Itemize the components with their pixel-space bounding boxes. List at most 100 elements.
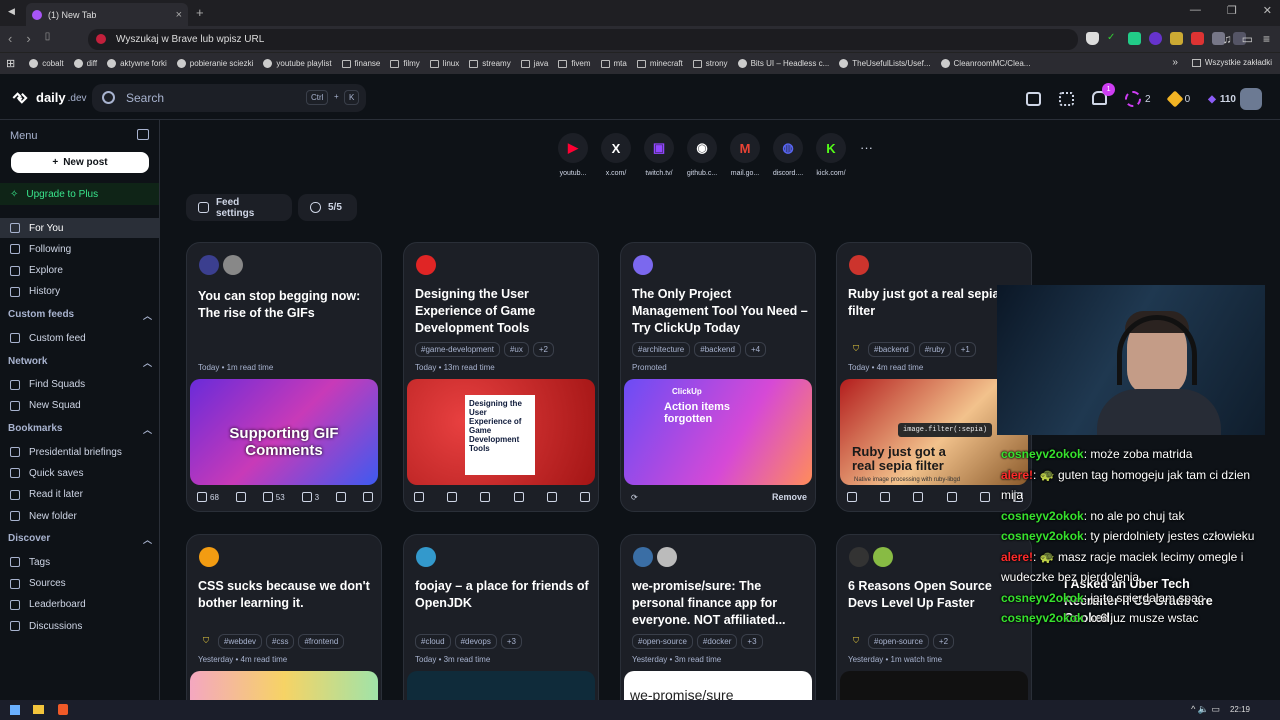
upgrade-button[interactable]: ✧ Upgrade to Plus [0,183,159,205]
sidebar-section-title[interactable]: Bookmarks ︿ [8,423,152,435]
author-avatar[interactable] [873,547,893,567]
bookmark-item[interactable]: mta [600,59,627,68]
award-button[interactable]: 3 [301,492,319,502]
more-shortcuts-icon[interactable]: ··· [860,140,873,155]
source-avatar[interactable] [633,255,653,275]
post-title[interactable]: Designing the User Experience of Game De… [415,286,591,337]
extension-red-icon[interactable] [1191,32,1204,45]
restore-icon[interactable]: ❐ [1227,4,1237,17]
bookmark-item[interactable]: youtube playlist [263,59,332,68]
sidebar-item[interactable]: Presidential briefings [0,442,159,462]
minimize-icon[interactable]: — [1190,4,1201,17]
remove-ad-button[interactable]: Remove [772,492,807,502]
bookmark-item[interactable]: aktywne forki [107,59,167,68]
sidebar-item[interactable]: Leaderboard [0,595,159,615]
sidebar-item[interactable]: Quick saves [0,463,159,483]
bookmark-button[interactable] [546,492,557,502]
apps-icon[interactable]: ⊞ [6,57,15,70]
back-icon[interactable]: ‹ [8,31,12,46]
tag-chip[interactable]: +3 [741,634,763,649]
bookmark-item[interactable]: linux [429,59,459,68]
post-card[interactable]: Designing the User Experience of Game De… [403,242,599,512]
tag-chip[interactable]: #backend [868,342,915,357]
bookmark-item[interactable]: CleanroomMC/Clea... [940,59,1030,68]
post-title[interactable]: You can stop begging now: The rise of th… [198,288,374,322]
post-card[interactable]: The Only Project Management Tool You Nee… [620,242,816,512]
sidebar-item[interactable]: Explore [0,261,159,281]
post-card[interactable]: You can stop begging now: The rise of th… [186,242,382,512]
tag-chip[interactable]: #architecture [632,342,691,357]
source-avatar[interactable] [416,547,436,567]
refresh-icon[interactable]: ⟳ [631,492,638,502]
tag-chip[interactable]: #devops [454,634,497,649]
post-card[interactable]: CSS sucks because we don't bother learni… [186,534,382,714]
profile-button[interactable]: ◆ 110 [1208,88,1262,110]
tag-chip[interactable]: #open-source [632,634,693,649]
upvote-button[interactable] [847,492,857,502]
brave-shield-icon[interactable] [1086,32,1099,45]
sidebar-item[interactable]: Tags [0,552,159,572]
playlist-icon[interactable]: ♫ [1223,32,1232,46]
downvote-button[interactable] [880,492,891,502]
bookmarks-overflow-icon[interactable]: » [1172,57,1178,68]
bookmark-item[interactable]: pobieranie sciezki [176,59,253,68]
sidebar-item[interactable]: New Squad [0,396,159,416]
bookmark-item[interactable]: fivem [558,59,591,68]
shortcut-tile[interactable]: ◉ github.c... [682,133,722,177]
source-avatar[interactable] [416,255,436,275]
taskbar-clock[interactable]: 22:19 [1230,705,1250,714]
shortcut-tile[interactable]: ▣ twitch.tv/ [639,133,679,177]
tag-chip[interactable]: #ux [503,342,529,357]
bookmark-item[interactable]: strony [692,59,728,68]
sidebar-item[interactable]: Discussions [0,616,159,636]
downvote-button[interactable] [447,492,458,502]
windows-start-icon[interactable] [10,705,20,715]
tag-chip[interactable]: #open-source [868,634,929,649]
bookmark-icon[interactable]: ▯ [45,31,51,46]
tag-chip[interactable]: #frontend [298,634,345,649]
sidebar-section-title[interactable]: Discover ︿ [8,533,152,545]
extension-green-icon[interactable] [1128,32,1141,45]
forward-icon[interactable]: › [26,31,30,46]
comment-button[interactable]: 53 [262,492,285,502]
extension-yellow-icon[interactable] [1170,32,1183,45]
bookmark-item[interactable]: java [520,59,548,68]
source-avatar[interactable] [199,255,219,275]
comment-button[interactable] [913,492,924,502]
search-input[interactable]: Search Ctrl + K [92,84,366,112]
tag-chip[interactable]: +2 [932,634,955,649]
feed-settings-button[interactable]: Feed settings [186,194,292,221]
bookmark-item[interactable]: TheUsefulLists/Usef... [839,59,931,68]
award-button[interactable] [513,492,524,502]
sidebar-item[interactable]: Read it later [0,485,159,505]
tag-chip[interactable]: #ruby [918,342,951,357]
shortcut-tile[interactable]: ▶ youtub... [553,133,593,177]
browser-tab[interactable]: (1) New Tab × [26,3,188,26]
shortcut-tile[interactable]: Kkick.com/ [811,133,851,177]
sidebar-item[interactable]: New folder [0,506,159,526]
tag-chip[interactable]: +4 [744,342,767,357]
bookmark-item[interactable]: finanse [341,59,380,68]
sidebar-item[interactable]: Find Squads [0,375,159,395]
upvote-button[interactable] [414,492,424,502]
post-image[interactable]: Action items forgotten ClickUp [624,379,812,485]
daily-dev-logo[interactable]: daily .dev [10,90,87,105]
sidebar-item[interactable]: Sources [0,574,159,594]
tag-chip[interactable]: #webdev [218,634,263,649]
post-image[interactable]: Supporting GIF Comments [190,379,378,485]
post-title[interactable]: The Only Project Management Tool You Nee… [632,286,808,337]
bookmark-item[interactable]: filmy [390,59,420,68]
file-explorer-icon[interactable] [33,705,44,714]
close-window-icon[interactable]: ✕ [1263,4,1272,17]
bookmark-item[interactable]: minecraft [636,59,683,68]
award-button[interactable] [946,492,957,502]
tag-chip[interactable]: +3 [500,634,522,649]
cores-counter[interactable]: 0 [1166,90,1190,108]
shortcut-tile[interactable]: ◍ discord.... [768,133,808,177]
sidebar-section-title[interactable]: Network ︿ [8,356,152,368]
source-avatar[interactable] [633,547,653,567]
notifications-button[interactable]: 1 [1092,82,1116,108]
post-title[interactable]: foojay – a place for friends of OpenJDK [415,578,591,612]
apps-grid-icon[interactable] [1059,92,1075,106]
wallet-icon[interactable]: ▭ [1242,32,1253,46]
